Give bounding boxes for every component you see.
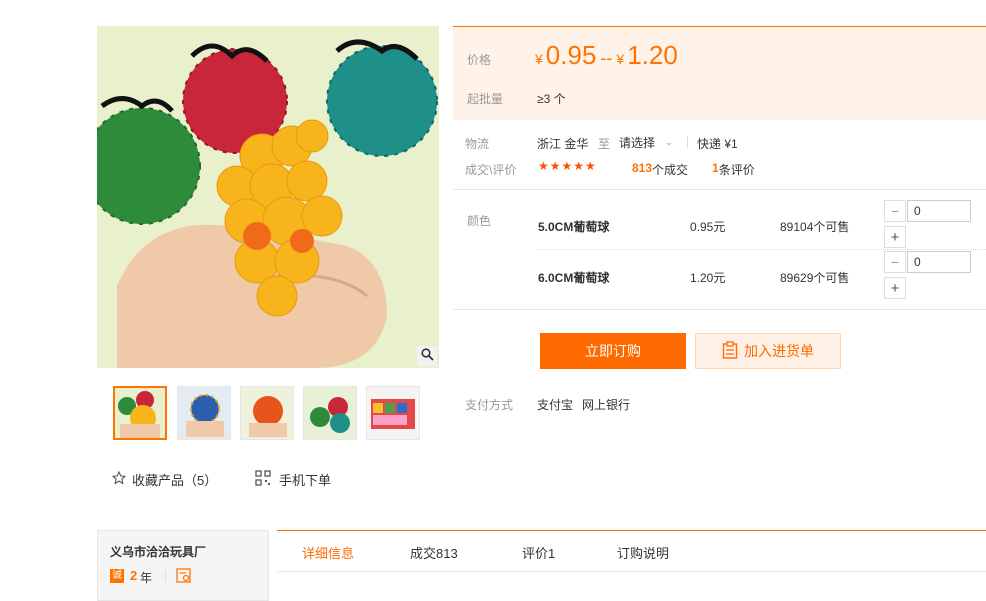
deals-count: 813 xyxy=(632,161,653,175)
logistics-to: 至 xyxy=(598,137,611,151)
divider xyxy=(687,136,688,148)
trade-label: 成交\评价 xyxy=(465,163,517,177)
trust-badge-icon: 诚 xyxy=(110,569,124,583)
divider xyxy=(453,189,986,190)
favorite-product-button[interactable]: 收藏产品（5） xyxy=(111,470,218,489)
reviews-count: 1 xyxy=(712,161,719,175)
variant-price: 0.95元 xyxy=(690,220,726,234)
currency-symbol: ¥ xyxy=(616,51,625,67)
reviews-suffix: 条评价 xyxy=(718,163,755,177)
chevron-down-icon: ⌄ xyxy=(665,137,673,147)
thumbnail-4[interactable] xyxy=(303,386,357,440)
variant-label: 颜色 xyxy=(467,214,492,228)
quantity-increment-button[interactable]: + xyxy=(884,226,906,248)
clipboard-icon xyxy=(722,340,738,362)
quantity-decrement-button[interactable]: − xyxy=(884,251,906,273)
logistics-label: 物流 xyxy=(465,137,490,151)
payment-label: 支付方式 xyxy=(465,398,514,412)
product-main-image[interactable] xyxy=(97,26,439,368)
tab-reviews[interactable]: 评价1 xyxy=(522,543,555,562)
shipping-fee: 快递 ¥1 xyxy=(697,137,738,151)
shop-years: 2 xyxy=(130,568,138,583)
moq-value: ≥3 个 xyxy=(537,92,566,106)
tab-deals[interactable]: 成交813 xyxy=(410,543,458,562)
price-label: 价格 xyxy=(467,53,492,67)
quantity-input[interactable] xyxy=(907,200,971,222)
price-panel xyxy=(453,26,986,120)
detail-tabs: 详细信息 成交813 评价1 订购说明 xyxy=(277,530,986,572)
mobile-order-button[interactable]: 手机下单 xyxy=(255,470,331,489)
currency-symbol: ¥ xyxy=(535,51,543,67)
qr-code-icon xyxy=(255,470,271,489)
divider xyxy=(165,570,166,582)
divider xyxy=(453,309,986,310)
price-low: 0.95 xyxy=(545,40,597,70)
favorite-label: 收藏产品（5） xyxy=(132,473,218,488)
magnifier-icon xyxy=(420,348,434,364)
shop-info-panel: 义乌市洽洽玩具厂 诚 2 年 xyxy=(97,530,269,601)
certificate-icon[interactable] xyxy=(176,568,191,586)
payment-method-bank: 网上银行 xyxy=(582,398,631,412)
thumbnail-5[interactable] xyxy=(366,386,420,440)
buy-now-button[interactable]: 立即订购 xyxy=(540,333,686,369)
divider xyxy=(538,249,986,250)
variant-name: 5.0CM葡萄球 xyxy=(538,220,610,234)
zoom-button[interactable] xyxy=(417,346,437,366)
destination-value: 请选择 xyxy=(619,136,656,150)
reviews-count-link[interactable]: 1 条评价 xyxy=(712,161,755,178)
destination-select[interactable]: 请选择 ⌄ xyxy=(619,134,673,151)
thumbnail-2[interactable] xyxy=(177,386,231,440)
variant-stock: 89104个可售 xyxy=(780,220,850,234)
payment-method-alipay: 支付宝 xyxy=(537,398,574,412)
tab-order-notes[interactable]: 订购说明 xyxy=(617,543,669,562)
variant-name: 6.0CM葡萄球 xyxy=(538,271,610,285)
mobile-order-label: 手机下单 xyxy=(279,473,332,488)
thumbnail-1[interactable] xyxy=(113,386,167,440)
deals-count-link[interactable]: 813 个成交 xyxy=(632,161,688,178)
price-high: 1.20 xyxy=(627,40,678,70)
tab-details[interactable]: 详细信息 xyxy=(302,543,354,562)
variant-stock: 89629个可售 xyxy=(780,271,850,285)
thumbnail-3[interactable] xyxy=(240,386,294,440)
price-separator: -- xyxy=(600,48,613,68)
price-range: ¥ 0.95 -- ¥ 1.20 xyxy=(535,40,678,71)
variant-price: 1.20元 xyxy=(690,271,726,285)
star-outline-icon xyxy=(111,470,127,488)
shop-name-link[interactable]: 义乌市洽洽玩具厂 xyxy=(110,543,206,560)
quantity-input[interactable] xyxy=(907,251,971,273)
moq-label: 起批量 xyxy=(467,92,504,106)
quantity-decrement-button[interactable]: − xyxy=(884,200,906,222)
rating-stars-icon: ★★★★★ xyxy=(538,159,597,173)
deals-suffix: 个成交 xyxy=(652,163,689,177)
logistics-origin: 浙江 金华 xyxy=(537,137,589,151)
quantity-increment-button[interactable]: + xyxy=(884,277,906,299)
add-to-cart-label: 加入进货单 xyxy=(744,343,814,359)
add-to-cart-button[interactable]: 加入进货单 xyxy=(695,333,841,369)
shop-years-suffix: 年 xyxy=(140,571,153,585)
product-photo xyxy=(97,26,439,368)
